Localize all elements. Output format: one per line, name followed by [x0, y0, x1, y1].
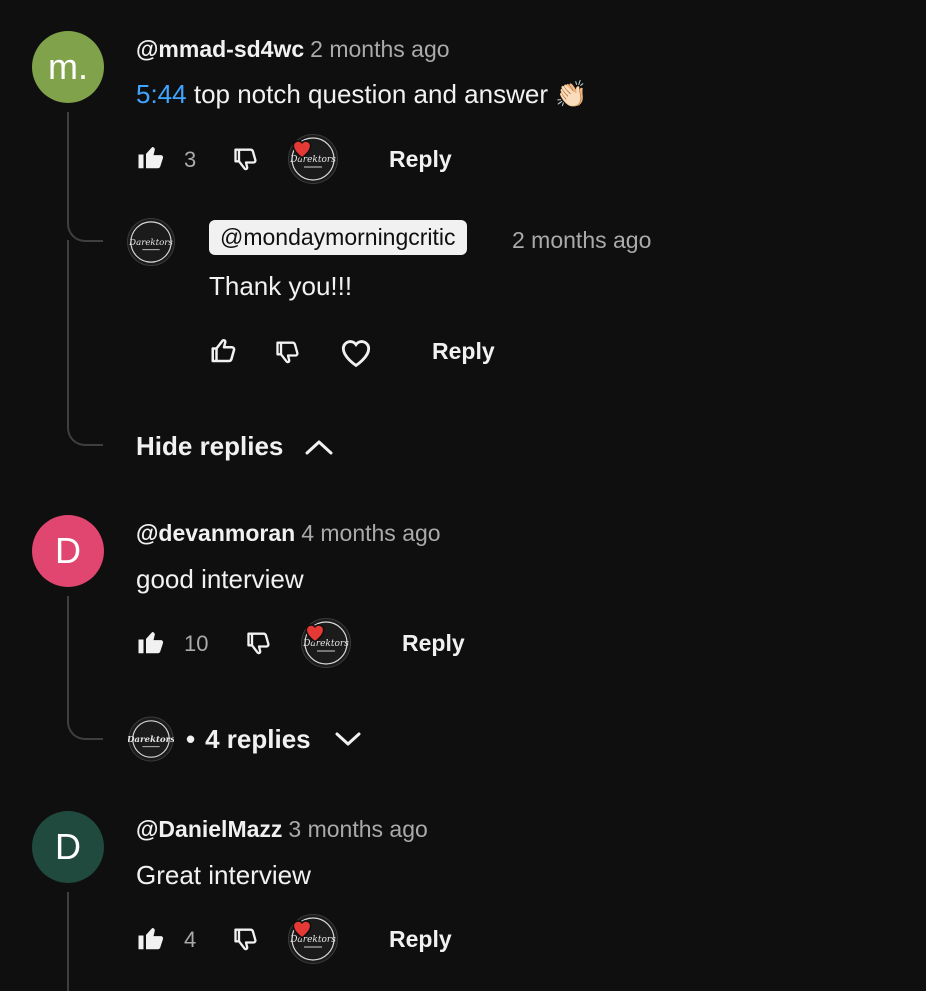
creator-avatar: Darektors — [128, 716, 174, 762]
heart-outline-icon[interactable] — [336, 333, 376, 371]
reply-button[interactable]: Reply — [432, 338, 495, 365]
svg-text:Darektors: Darektors — [128, 238, 173, 248]
thread-line — [67, 112, 69, 220]
like-filled-icon[interactable] — [136, 923, 166, 953]
like-filled-icon[interactable] — [136, 142, 166, 172]
chevron-up-icon — [305, 440, 333, 454]
thread-connector — [67, 212, 103, 242]
clap-emoji: 👏🏻 — [555, 79, 588, 109]
comment-time[interactable]: 2 months ago — [310, 36, 449, 62]
avatar[interactable]: D — [32, 515, 104, 587]
comment-time[interactable]: 4 months ago — [301, 520, 440, 546]
creator-avatar[interactable]: Darektors — [127, 218, 175, 266]
timestamp-link[interactable]: 5:44 — [136, 79, 187, 109]
hide-replies-label: Hide replies — [136, 431, 284, 461]
like-filled-icon[interactable] — [136, 627, 166, 657]
reply-button[interactable]: Reply — [389, 146, 452, 173]
creator-heart-badge: Darektors — [288, 914, 338, 964]
heart-icon — [292, 920, 312, 939]
dislike-icon[interactable] — [245, 629, 273, 657]
creator-heart-badge: Darektors — [288, 134, 338, 184]
like-count: 4 — [184, 927, 197, 952]
bullet: • — [186, 723, 196, 754]
comment-body: top notch question and answer — [193, 79, 548, 109]
author-handle[interactable]: @mmad-sd4wc — [136, 36, 304, 62]
comment-author[interactable]: @mmad-sd4wc 2 months ago — [136, 36, 450, 63]
comment-time[interactable]: 2 months ago — [512, 227, 651, 254]
comment-text: 5:44 top notch question and answer 👏🏻 — [136, 79, 588, 110]
author-handle[interactable]: @DanielMazz — [136, 816, 282, 842]
thread-connector — [67, 414, 103, 446]
comment-time[interactable]: 3 months ago — [288, 816, 427, 842]
comment-body: Thank you!!! — [209, 271, 353, 301]
avatar[interactable]: D — [32, 811, 104, 883]
heart-icon — [305, 624, 325, 643]
dislike-icon[interactable] — [274, 338, 302, 366]
comment-body: Great interview — [136, 860, 311, 890]
dislike-icon[interactable] — [232, 145, 260, 173]
thread-line — [67, 892, 69, 991]
show-replies-button[interactable]: Darektors • 4 replies — [128, 716, 363, 762]
thread-line — [67, 240, 69, 420]
dislike-icon[interactable] — [232, 925, 260, 953]
like-icon[interactable] — [209, 336, 239, 366]
comment-author[interactable]: @devanmoran 4 months ago — [136, 520, 441, 547]
thread-connector — [67, 700, 103, 740]
hide-replies-button[interactable]: Hide replies — [136, 431, 335, 462]
heart-icon — [292, 140, 312, 159]
creator-author-chip[interactable]: @mondaymorningcritic — [209, 220, 467, 255]
reply-button[interactable]: Reply — [402, 630, 465, 657]
avatar[interactable]: m. — [32, 31, 104, 103]
chevron-down-icon — [335, 732, 361, 746]
thread-line — [67, 596, 69, 706]
comment-body: good interview — [136, 564, 304, 594]
reply-button[interactable]: Reply — [389, 926, 452, 953]
like-count: 10 — [184, 631, 209, 656]
like-count: 3 — [184, 147, 197, 172]
creator-heart-badge: Darektors — [301, 618, 351, 668]
comment-author[interactable]: @DanielMazz 3 months ago — [136, 816, 428, 843]
replies-count-label: 4 replies — [205, 723, 311, 754]
svg-text:Darektors: Darektors — [128, 735, 174, 745]
author-handle[interactable]: @devanmoran — [136, 520, 295, 546]
